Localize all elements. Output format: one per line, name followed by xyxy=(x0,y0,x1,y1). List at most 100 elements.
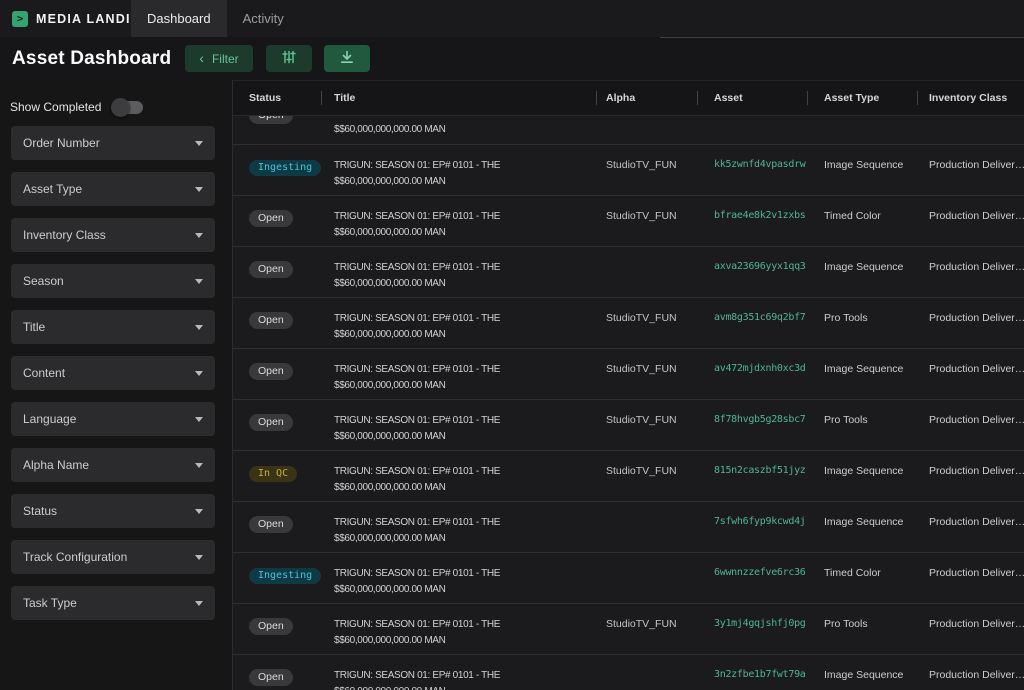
filter-dropdown-label: Asset Type xyxy=(23,182,82,196)
tune-button[interactable] xyxy=(266,45,312,72)
table-row[interactable]: Open TRIGUN: SEASON 01: EP# 0101 - THE $… xyxy=(233,654,1024,690)
asset-id-link[interactable]: 3y1mj4gqjshfj0pg xyxy=(697,604,807,654)
status-badge: Open xyxy=(249,261,293,278)
inventory-class-cell: Production Deliver… xyxy=(917,298,1024,348)
title-cell: TRIGUN: SEASON 01: EP# 0101 - THE $$60,0… xyxy=(321,247,596,297)
asset-id-link[interactable]: av472mjdxnh0xc3d xyxy=(697,349,807,399)
asset-id-link[interactable]: kk5zwnfd4vpasdrw xyxy=(697,145,807,195)
filter-dropdown-alpha-name[interactable]: Alpha Name xyxy=(11,448,215,482)
alpha-cell: StudioTV_FUN xyxy=(596,298,697,348)
status-cell: Ingesting xyxy=(233,145,321,195)
alpha-cell: StudioTV_FUN xyxy=(596,400,697,450)
asset-type-cell: Timed Color xyxy=(807,196,917,246)
brand: > MEDIA LANDING xyxy=(0,0,131,37)
table-row[interactable]: Open TRIGUN: SEASON 01: EP# 0101 - THE $… xyxy=(233,348,1024,399)
asset-id-link[interactable]: 3n2zfbe1b7fwt79a xyxy=(697,655,807,690)
table-row[interactable]: Open TRIGUN: SEASON 01: EP# 0101 - THE $… xyxy=(233,195,1024,246)
status-badge: Ingesting xyxy=(249,568,321,584)
alpha-cell: StudioTV_FUN xyxy=(596,349,697,399)
filter-dropdown-status[interactable]: Status xyxy=(11,494,215,528)
table-row[interactable]: Ingesting TRIGUN: SEASON 01: EP# 0101 - … xyxy=(233,144,1024,195)
chevron-down-icon xyxy=(195,371,203,376)
title-cell: TRIGUN: SEASON 01: EP# 0101 - THE $$60,0… xyxy=(321,400,596,450)
filter-button[interactable]: ‹ Filter xyxy=(185,45,252,72)
filter-dropdown-label: Content xyxy=(23,366,65,380)
column-header-alpha[interactable]: Alpha xyxy=(596,81,697,115)
table-row[interactable]: Open TRIGUN: SEASON 01: EP# 0101 - THE $… xyxy=(233,246,1024,297)
status-cell: Open xyxy=(233,116,321,121)
inventory-class-cell: Production Deliver… xyxy=(917,145,1024,195)
chevron-down-icon xyxy=(195,601,203,606)
top-nav: > MEDIA LANDING Dashboard Activity xyxy=(0,0,1024,37)
filter-dropdown-title[interactable]: Title xyxy=(11,310,215,344)
tab-activity[interactable]: Activity xyxy=(227,0,300,37)
inventory-class-cell: Production Deliver… xyxy=(917,451,1024,501)
column-header-status[interactable]: Status xyxy=(233,81,321,115)
inventory-class-cell: Production Deliver… xyxy=(917,655,1024,690)
filter-dropdown-track-configuration[interactable]: Track Configuration xyxy=(11,540,215,574)
filter-dropdown-label: Inventory Class xyxy=(23,228,106,242)
column-header-asset-type[interactable]: Asset Type xyxy=(807,81,917,115)
asset-id-link[interactable]: 6wwnnzzefve6rc36 xyxy=(697,553,807,603)
filter-dropdown-asset-type[interactable]: Asset Type xyxy=(11,172,215,206)
asset-type-cell: Pro Tools xyxy=(807,604,917,654)
status-badge: Open xyxy=(249,312,293,329)
alpha-cell: StudioTV_FUN xyxy=(596,145,697,195)
asset-id-link[interactable]: 7sfwh6fyp9kcwd4j xyxy=(697,502,807,552)
filter-dropdown-label: Track Configuration xyxy=(23,550,127,564)
column-header-asset[interactable]: Asset xyxy=(697,81,807,115)
status-cell: In QC xyxy=(233,451,321,501)
asset-type-cell: Pro Tools xyxy=(807,298,917,348)
chevron-left-icon: ‹ xyxy=(199,51,204,65)
asset-id-link[interactable]: axva23696yyx1qq3 xyxy=(697,247,807,297)
filter-dropdown-content[interactable]: Content xyxy=(11,356,215,390)
table-row[interactable]: In QC TRIGUN: SEASON 01: EP# 0101 - THE … xyxy=(233,450,1024,501)
inventory-class-cell: Production Deliver… xyxy=(917,553,1024,603)
status-badge: Open xyxy=(249,363,293,380)
status-cell: Open xyxy=(233,604,321,654)
asset-type-cell: Image Sequence xyxy=(807,655,917,690)
inventory-class-cell: Production Deliver… xyxy=(917,502,1024,552)
title-cell: TRIGUN: SEASON 01: EP# 0101 - THE $$60,0… xyxy=(321,145,596,195)
table-row[interactable]: Open TRIGUN: SEASON 01: EP# 0101 - THE $… xyxy=(233,501,1024,552)
alpha-cell: StudioTV_FUN xyxy=(596,196,697,246)
filter-sidebar: Show Completed Order Number Asset Type I… xyxy=(0,80,232,690)
filter-dropdown-season[interactable]: Season xyxy=(11,264,215,298)
filter-dropdown-task-type[interactable]: Task Type xyxy=(11,586,215,620)
chevron-down-icon xyxy=(195,555,203,560)
download-button[interactable] xyxy=(324,45,370,72)
filter-list: Order Number Asset Type Inventory Class … xyxy=(0,126,232,620)
filter-dropdown-order-number[interactable]: Order Number xyxy=(11,126,215,160)
table-row[interactable]: Ingesting TRIGUN: SEASON 01: EP# 0101 - … xyxy=(233,552,1024,603)
title-cell: TRIGUN: SEASON 01: EP# 0101 - THE $$60,0… xyxy=(321,451,596,501)
tab-dashboard[interactable]: Dashboard xyxy=(131,0,227,37)
alpha-cell xyxy=(596,247,697,297)
title-cell: TRIGUN: SEASON 01: EP# 0101 - THE $$60,0… xyxy=(321,349,596,399)
table-row[interactable]: Open TRIGUN: SEASON 01: EP# 0101 - THE $… xyxy=(233,297,1024,348)
table-row[interactable]: Open TRIGUN: SEASON 01: EP# 0101 - THE $… xyxy=(233,603,1024,654)
chevron-down-icon xyxy=(195,463,203,468)
asset-id-link[interactable] xyxy=(697,116,807,121)
asset-id-link[interactable]: 815n2caszbf51jyz xyxy=(697,451,807,501)
asset-id-link[interactable]: bfrae4e8k2v1zxbs xyxy=(697,196,807,246)
filter-dropdown-label: Task Type xyxy=(23,596,77,610)
asset-id-link[interactable]: 8f78hvgb5g28sbc7 xyxy=(697,400,807,450)
inventory-class-cell: Production Deliver… xyxy=(917,247,1024,297)
asset-id-link[interactable]: avm8g351c69q2bf7 xyxy=(697,298,807,348)
title-cell: TRIGUN: SEASON 01: EP# 0101 - THE $$60,0… xyxy=(321,298,596,348)
status-cell: Open xyxy=(233,196,321,246)
table-header: Status Title Alpha Asset Asset Type Inve… xyxy=(233,81,1024,116)
table-row[interactable]: Open TRIGUN: SEASON 01: EP# 0101 - THE $… xyxy=(233,399,1024,450)
table-row[interactable]: Open TRIGUN: SEASON 01: EP# 0101 - THE $… xyxy=(233,116,1024,144)
column-header-inventory-class[interactable]: Inventory Class xyxy=(917,81,1024,115)
status-badge: Open xyxy=(249,669,293,686)
table-body: Open TRIGUN: SEASON 01: EP# 0101 - THE $… xyxy=(233,116,1024,690)
filter-dropdown-language[interactable]: Language xyxy=(11,402,215,436)
title-cell: TRIGUN: SEASON 01: EP# 0101 - THE $$60,0… xyxy=(321,604,596,654)
show-completed-row: Show Completed xyxy=(10,100,232,114)
filter-dropdown-inventory-class[interactable]: Inventory Class xyxy=(11,218,215,252)
show-completed-toggle[interactable] xyxy=(113,101,143,114)
chevron-down-icon xyxy=(195,325,203,330)
column-header-title[interactable]: Title xyxy=(321,81,596,115)
alpha-cell xyxy=(596,502,697,552)
